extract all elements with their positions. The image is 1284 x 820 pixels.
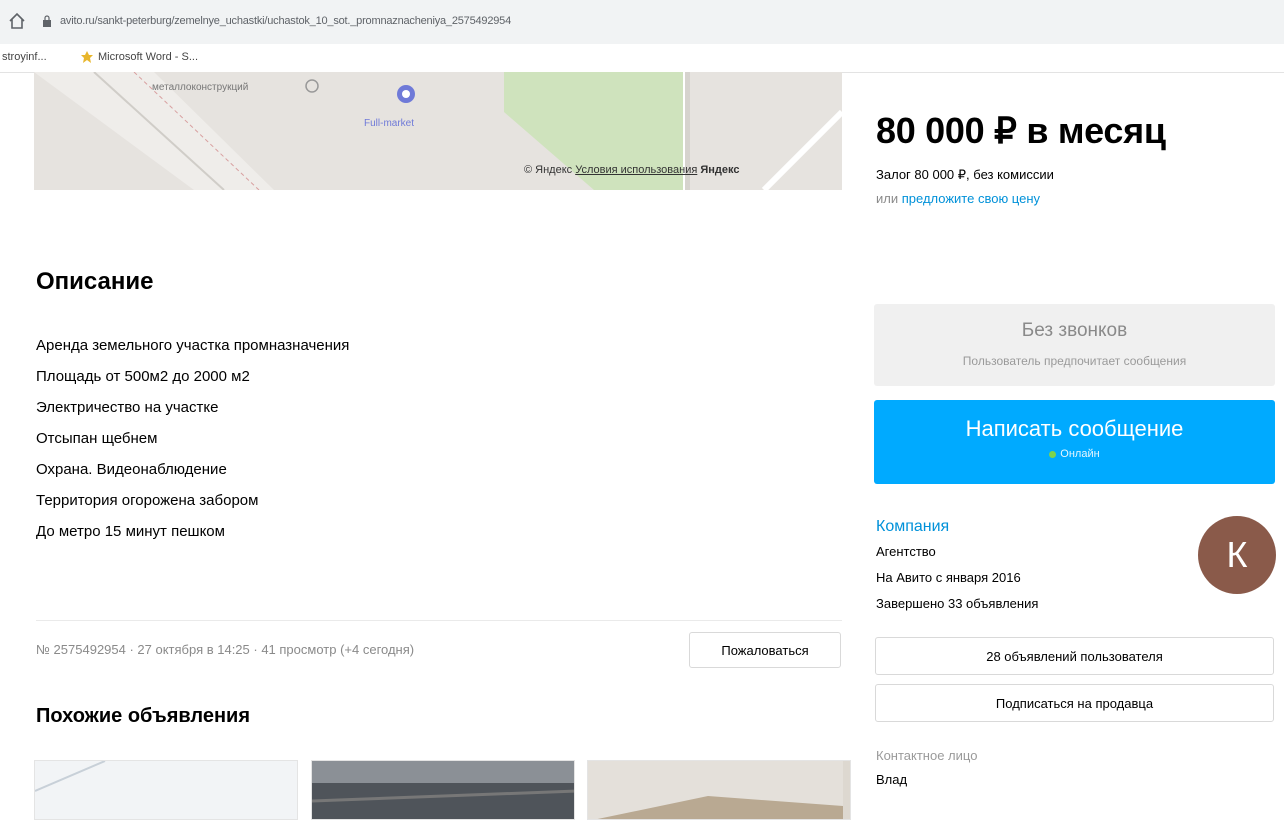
description-text: Аренда земельного участка промназначения… [36, 330, 349, 547]
seller-since: На Авито с января 2016 [876, 570, 1021, 585]
no-calls-notice: Без звонков Пользователь предпочитает со… [874, 304, 1275, 386]
complain-button[interactable]: Пожаловаться [689, 632, 841, 668]
seller-company-link[interactable]: Компания [876, 518, 949, 536]
contact-person-name: Влад [876, 772, 908, 787]
yandex-logo[interactable]: Яндекс [700, 164, 739, 176]
description-line: Охрана. Видеонаблюдение [36, 461, 227, 478]
contact-person-label: Контактное лицо [876, 748, 978, 763]
map-label: металлоконструкций [152, 82, 249, 93]
description-line: Электричество на участке [36, 399, 219, 416]
deposit-info: Залог 80 000 ₽, без комиссии [876, 167, 1054, 182]
description-line: До метро 15 минут пешком [36, 523, 225, 540]
bookmark-item[interactable]: Microsoft Word - S... [98, 51, 198, 63]
map-label: Full-market [364, 118, 415, 129]
similar-listing-card[interactable] [34, 760, 298, 820]
description-title: Описание [36, 268, 154, 295]
bookmarks-bar: stroyinf... Microsoft Word - S... [0, 44, 1284, 73]
bookmark-item[interactable]: stroyinf... [2, 51, 47, 63]
online-dot-icon [1049, 450, 1057, 458]
no-calls-subtitle: Пользователь предпочитает сообщения [962, 354, 1187, 368]
description-line: Аренда земельного участка промназначения [36, 337, 350, 354]
online-label: Онлайн [1060, 448, 1100, 460]
description-line: Отсыпан щебнем [36, 430, 158, 447]
user-listings-button[interactable]: 28 объявлений пользователя [875, 637, 1274, 675]
divider [36, 620, 842, 621]
listing-photo [35, 761, 297, 819]
map-terms-link[interactable]: Условия использования [575, 164, 697, 176]
lock-icon [43, 15, 51, 27]
offer-prefix: или [876, 191, 899, 206]
avatar[interactable]: К [1198, 516, 1276, 594]
map[interactable]: металлоконструкций Full-market © Яндекс … [34, 72, 842, 190]
listing-meta: № 2575492954 · 27 октября в 14:25 · 41 п… [36, 642, 415, 657]
offer-price-link[interactable]: предложите свою цену [902, 191, 1040, 206]
online-status: Онлайн [874, 448, 1275, 460]
map-copyright-text: © Яндекс [524, 164, 573, 176]
seller-kind: Агентство [876, 544, 936, 559]
similar-listings-title: Похожие объявления [36, 705, 251, 727]
description-line: Территория огорожена забором [36, 492, 259, 509]
url-field[interactable]: avito.ru/sankt-peterburg/zemelnye_uchast… [60, 15, 511, 27]
listing-photo [312, 761, 574, 819]
description-line: Площадь от 500м2 до 2000 м2 [36, 368, 250, 385]
home-icon[interactable] [6, 10, 28, 32]
price: 80 000 ₽ в месяц [876, 110, 1166, 151]
write-message-label: Написать сообщение [965, 416, 1184, 441]
bookmark-icon [81, 51, 93, 63]
seller-completed: Завершено 33 объявления [876, 596, 1039, 611]
map-copyright: © Яндекс Условия использования Яндекс [524, 164, 740, 176]
subscribe-seller-button[interactable]: Подписаться на продавца [875, 684, 1274, 722]
similar-listing-card[interactable] [587, 760, 851, 820]
no-calls-title: Без звонков [1021, 320, 1128, 341]
similar-listing-card[interactable] [311, 760, 575, 820]
offer-price-line: или предложите свою цену [876, 191, 1040, 206]
write-message-button[interactable]: Написать сообщение Онлайн [874, 400, 1275, 484]
listing-photo [588, 761, 843, 819]
